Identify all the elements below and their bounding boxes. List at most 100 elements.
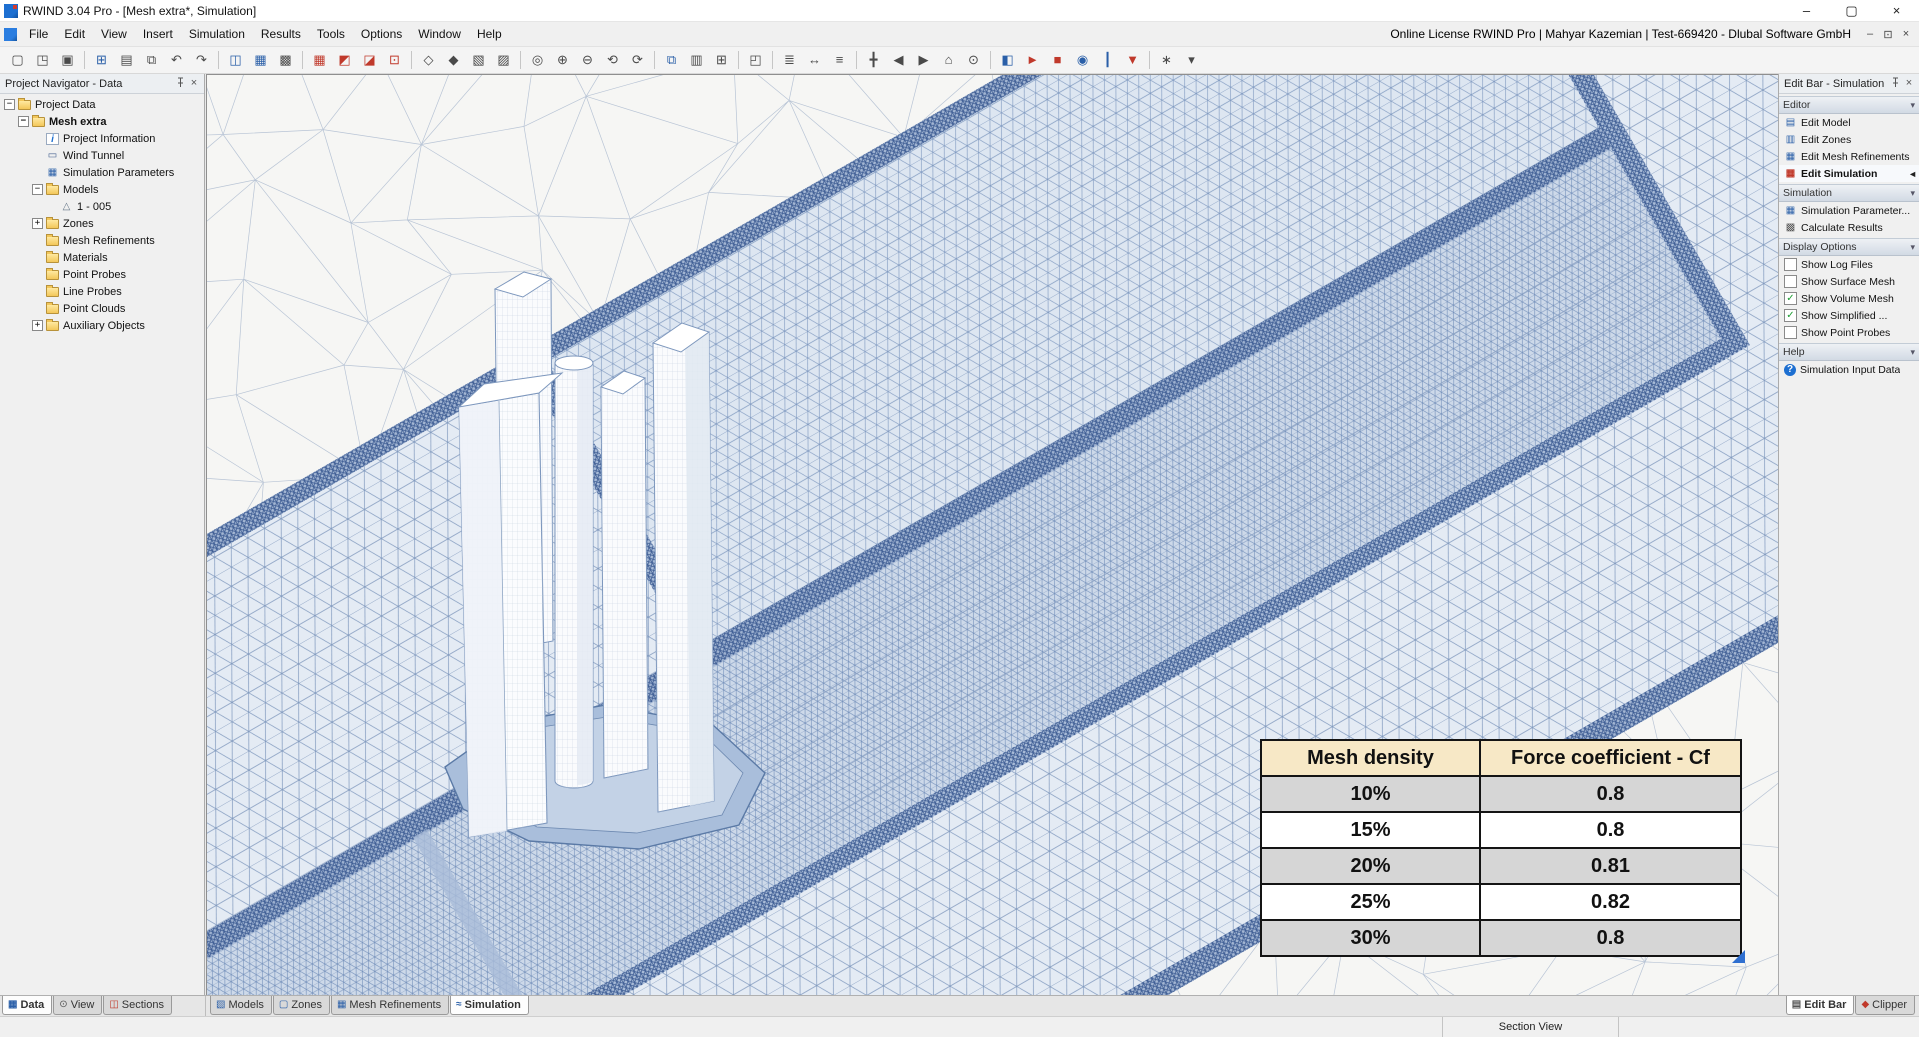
generate-mesh-icon[interactable]: ▦ bbox=[308, 49, 331, 71]
wireframe-view-icon[interactable]: ◇ bbox=[417, 49, 440, 71]
tab-clipper[interactable]: ◆ Clipper bbox=[1855, 996, 1915, 1015]
stop-calculation-icon[interactable]: ■ bbox=[1046, 49, 1069, 71]
tree-item-project-data[interactable]: − Project Data bbox=[0, 96, 204, 113]
print-icon[interactable]: ▤ bbox=[115, 49, 138, 71]
edit-wind-tunnel-icon[interactable]: ◪ bbox=[358, 49, 381, 71]
menu-file[interactable]: File bbox=[21, 22, 56, 46]
volume-view-icon[interactable]: ▧ bbox=[467, 49, 490, 71]
checkbox-show-surface-mesh[interactable]: Show Surface Mesh bbox=[1779, 273, 1919, 290]
menu-window[interactable]: Window bbox=[410, 22, 469, 46]
tree-item-models[interactable]: − Models bbox=[0, 181, 204, 198]
collapse-icon[interactable]: − bbox=[4, 99, 15, 110]
checkbox-show-log-files[interactable]: Show Log Files bbox=[1779, 256, 1919, 273]
unchecked-checkbox-icon[interactable] bbox=[1784, 275, 1797, 288]
copy-icon[interactable]: ⧉ bbox=[140, 49, 163, 71]
unchecked-checkbox-icon[interactable] bbox=[1784, 258, 1797, 271]
tab-data[interactable]: ▦ Data bbox=[2, 996, 53, 1015]
unchecked-checkbox-icon[interactable] bbox=[1784, 326, 1797, 339]
solid-view-icon[interactable]: ◆ bbox=[442, 49, 465, 71]
render-settings-icon[interactable]: ◧ bbox=[996, 49, 1019, 71]
previous-view-icon[interactable]: ⟲ bbox=[601, 49, 624, 71]
copy-image-icon[interactable]: ⧉ bbox=[660, 49, 683, 71]
display-lines-icon[interactable]: ≣ bbox=[778, 49, 801, 71]
refresh-view-icon[interactable]: ⟳ bbox=[626, 49, 649, 71]
save-image-icon[interactable]: ⊞ bbox=[710, 49, 733, 71]
display-layers-icon[interactable]: ≡ bbox=[828, 49, 851, 71]
tree-item-materials[interactable]: Materials bbox=[0, 249, 204, 266]
view-right-icon[interactable]: ▶ bbox=[912, 49, 935, 71]
menu-edit[interactable]: Edit bbox=[56, 22, 93, 46]
tab-sections[interactable]: ◫ Sections bbox=[103, 996, 172, 1015]
expand-icon[interactable]: + bbox=[32, 320, 43, 331]
tab-simulation[interactable]: ≈ Simulation bbox=[450, 996, 529, 1015]
section-header-simulation[interactable]: Simulation ▾ bbox=[1779, 184, 1919, 202]
tab-edit-bar[interactable]: ▤ Edit Bar bbox=[1785, 996, 1855, 1015]
viewport-3d[interactable]: Mesh density Force coefficient - Cf 10% 0.8… bbox=[206, 74, 1780, 997]
checkbox-show-point-probes[interactable]: Show Point Probes bbox=[1779, 324, 1919, 341]
child-minimize-button[interactable]: – bbox=[1861, 28, 1879, 41]
menu-insert[interactable]: Insert bbox=[135, 22, 181, 46]
undo-icon[interactable]: ↶ bbox=[165, 49, 188, 71]
collapse-icon[interactable]: − bbox=[32, 184, 43, 195]
checked-checkbox-icon[interactable]: ✓ bbox=[1784, 292, 1797, 305]
tree-item-simulation-parameters[interactable]: ▦ Simulation Parameters bbox=[0, 164, 204, 181]
editbar-item-edit-model[interactable]: ▤ Edit Model bbox=[1779, 114, 1919, 131]
results-table-overlay[interactable]: Mesh density Force coefficient - Cf 10% 0.8… bbox=[1260, 739, 1745, 963]
menu-options[interactable]: Options bbox=[353, 22, 410, 46]
checked-checkbox-icon[interactable]: ✓ bbox=[1784, 309, 1797, 322]
project-navigator-icon[interactable]: ◫ bbox=[224, 49, 247, 71]
tree-item-mesh-extra[interactable]: − Mesh extra bbox=[0, 113, 204, 130]
menu-tools[interactable]: Tools bbox=[309, 22, 353, 46]
section-header-help[interactable]: Help ▾ bbox=[1779, 343, 1919, 361]
menu-simulation[interactable]: Simulation bbox=[181, 22, 253, 46]
zoom-window-icon[interactable]: ◎ bbox=[526, 49, 549, 71]
minimize-button[interactable]: – bbox=[1784, 0, 1829, 21]
menu-results[interactable]: Results bbox=[253, 22, 309, 46]
tree-item-line-probes[interactable]: Line Probes bbox=[0, 283, 204, 300]
more-options-icon[interactable]: ▾ bbox=[1180, 49, 1203, 71]
zoom-out-icon[interactable]: ⊖ bbox=[576, 49, 599, 71]
measure-icon[interactable]: ↔ bbox=[803, 49, 826, 71]
result-filter-icon[interactable]: ▼ bbox=[1121, 49, 1144, 71]
tree-item-wind-tunnel[interactable]: ▭ Wind Tunnel bbox=[0, 147, 204, 164]
new-project-icon[interactable]: ▢ bbox=[6, 49, 29, 71]
table-resize-handle[interactable] bbox=[1732, 950, 1745, 963]
point-probe-icon[interactable]: ◉ bbox=[1071, 49, 1094, 71]
open-project-icon[interactable]: ◳ bbox=[31, 49, 54, 71]
mesh-settings-icon[interactable]: ⊡ bbox=[383, 49, 406, 71]
section-header-display-options[interactable]: Display Options ▾ bbox=[1779, 238, 1919, 256]
parameters-icon[interactable]: ▩ bbox=[274, 49, 297, 71]
editbar-item-simulation-parameter[interactable]: ▦ Simulation Parameter... bbox=[1779, 202, 1919, 219]
check-model-icon[interactable]: ◩ bbox=[333, 49, 356, 71]
section-box-icon[interactable]: ◰ bbox=[744, 49, 767, 71]
close-icon[interactable]: × bbox=[187, 77, 201, 90]
editbar-item-calculate-results[interactable]: ▩ Calculate Results bbox=[1779, 219, 1919, 236]
editbar-item-edit-zones[interactable]: ▥ Edit Zones bbox=[1779, 131, 1919, 148]
pan-view-icon[interactable]: ╋ bbox=[862, 49, 885, 71]
tab-zones[interactable]: ▢ Zones bbox=[272, 996, 330, 1015]
tree-item-project-information[interactable]: i Project Information bbox=[0, 130, 204, 147]
print-graphic-icon[interactable]: ▥ bbox=[685, 49, 708, 71]
tree-item-point-clouds[interactable]: Point Clouds bbox=[0, 300, 204, 317]
section-header-editor[interactable]: Editor ▾ bbox=[1779, 96, 1919, 114]
save-project-icon[interactable]: ▣ bbox=[56, 49, 79, 71]
menu-view[interactable]: View bbox=[93, 22, 135, 46]
editbar-item-simulation-input-data[interactable]: ? Simulation Input Data bbox=[1779, 361, 1919, 378]
tab-mesh-refinements[interactable]: ▦ Mesh Refinements bbox=[330, 996, 450, 1015]
tree-item-zones[interactable]: + Zones bbox=[0, 215, 204, 232]
wind-direction-icon[interactable]: ► bbox=[1021, 49, 1044, 71]
pin-icon[interactable] bbox=[173, 77, 187, 90]
tree-item-point-probes[interactable]: Point Probes bbox=[0, 266, 204, 283]
tree-item-mesh-refinements[interactable]: Mesh Refinements bbox=[0, 232, 204, 249]
tree-item-1-005[interactable]: △ 1 - 005 bbox=[0, 198, 204, 215]
view-left-icon[interactable]: ◀ bbox=[887, 49, 910, 71]
line-probe-icon[interactable]: ┃ bbox=[1096, 49, 1119, 71]
pin-icon[interactable] bbox=[1888, 77, 1902, 90]
tables-icon[interactable]: ▦ bbox=[249, 49, 272, 71]
editbar-item-edit-simulation[interactable]: ▦ Edit Simulation ◄ bbox=[1779, 165, 1919, 182]
checkbox-show-volume-mesh[interactable]: ✓ Show Volume Mesh bbox=[1779, 290, 1919, 307]
redo-icon[interactable]: ↷ bbox=[190, 49, 213, 71]
collapse-icon[interactable]: − bbox=[18, 116, 29, 127]
isometric-view-icon[interactable]: ⌂ bbox=[937, 49, 960, 71]
editbar-item-edit-mesh-refinements[interactable]: ▦ Edit Mesh Refinements bbox=[1779, 148, 1919, 165]
